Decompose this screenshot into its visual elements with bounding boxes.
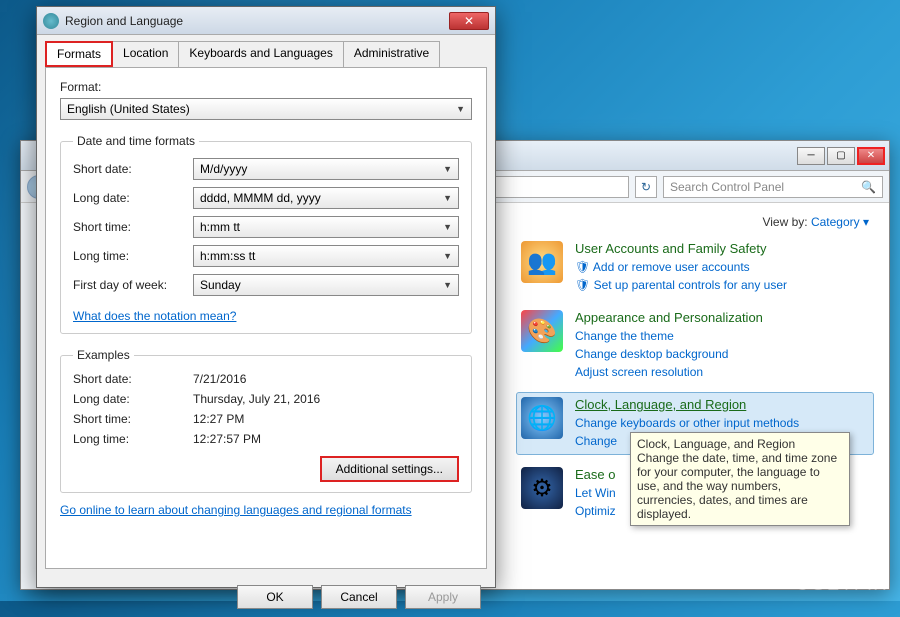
date-time-formats-group: Date and time formats Short date: M/d/yy… [60, 134, 472, 334]
short-time-label: Short time: [73, 220, 193, 234]
search-placeholder: Search Control Panel [670, 180, 784, 194]
chevron-down-icon: ▼ [443, 193, 452, 203]
category-link[interactable]: 🛡 Add or remove user accounts [575, 258, 787, 276]
short-time-dropdown[interactable]: h:mm tt▼ [193, 216, 459, 238]
category-link[interactable]: Adjust screen resolution [575, 363, 763, 381]
category-title: User Accounts and Family Safety [575, 241, 787, 256]
tab-formats[interactable]: Formats [45, 41, 113, 67]
watermark: UGETFIX [796, 574, 888, 595]
ok-button[interactable]: OK [237, 585, 313, 609]
chevron-down-icon: ▼ [443, 164, 452, 174]
appearance-icon: 🎨 [521, 310, 563, 352]
notation-link[interactable]: What does the notation mean? [73, 309, 236, 323]
date-time-formats-legend: Date and time formats [73, 134, 199, 148]
chevron-down-icon: ▼ [456, 104, 465, 114]
category-appearance[interactable]: 🎨 Appearance and Personalization Change … [521, 310, 869, 381]
short-date-dropdown[interactable]: M/d/yyyy▼ [193, 158, 459, 180]
cp-right-panel: View by: Category ▾ 👥 User Accounts and … [501, 203, 889, 589]
shield-icon: 🛡 [575, 260, 593, 274]
search-icon: 🔍 [861, 180, 876, 194]
apply-button[interactable]: Apply [405, 585, 481, 609]
dialog-titlebar: Region and Language ✕ [37, 7, 495, 35]
tab-keyboards-languages[interactable]: Keyboards and Languages [178, 41, 343, 67]
ex-long-time-label: Long time: [73, 432, 193, 446]
dialog-close-button[interactable]: ✕ [449, 12, 489, 30]
category-title: Appearance and Personalization [575, 310, 763, 325]
cancel-button[interactable]: Cancel [321, 585, 397, 609]
ex-long-date-label: Long date: [73, 392, 193, 406]
chevron-down-icon: ▼ [443, 280, 452, 290]
ex-long-time-value: 12:27:57 PM [193, 432, 261, 446]
tab-administrative[interactable]: Administrative [343, 41, 440, 67]
tooltip: Clock, Language, and Region Change the d… [630, 432, 850, 526]
ex-long-date-value: Thursday, July 21, 2016 [193, 392, 320, 406]
category-link[interactable]: Change desktop background [575, 345, 763, 363]
dialog-title: Region and Language [65, 14, 449, 28]
search-input[interactable]: Search Control Panel 🔍 [663, 176, 883, 198]
format-dropdown[interactable]: English (United States) ▼ [60, 98, 472, 120]
ex-short-time-value: 12:27 PM [193, 412, 244, 426]
first-day-dropdown[interactable]: Sunday▼ [193, 274, 459, 296]
examples-group: Examples Short date:7/21/2016 Long date:… [60, 348, 472, 493]
long-date-dropdown[interactable]: dddd, MMMM dd, yyyy▼ [193, 187, 459, 209]
tooltip-title: Clock, Language, and Region [637, 437, 843, 451]
additional-settings-button[interactable]: Additional settings... [320, 456, 459, 482]
category-link[interactable]: Let Win [575, 484, 616, 502]
ease-of-access-icon: ⚙ [521, 467, 563, 509]
long-time-dropdown[interactable]: h:mm:ss tt▼ [193, 245, 459, 267]
clock-region-icon: 🌐 [521, 397, 563, 439]
long-date-label: Long date: [73, 191, 193, 205]
dialog-button-row: OK Cancel Apply [37, 577, 495, 617]
shield-icon: 🛡 [575, 278, 594, 292]
chevron-down-icon: ▼ [443, 251, 452, 261]
online-help-link[interactable]: Go online to learn about changing langua… [60, 503, 412, 517]
category-title: Ease o [575, 467, 616, 482]
first-day-label: First day of week: [73, 278, 193, 292]
close-button[interactable]: ✕ [857, 147, 885, 165]
tab-location[interactable]: Location [112, 41, 179, 67]
refresh-button[interactable]: ↻ [635, 176, 657, 198]
ex-short-date-label: Short date: [73, 372, 193, 386]
short-date-label: Short date: [73, 162, 193, 176]
ex-short-time-label: Short time: [73, 412, 193, 426]
dialog-content: Format: English (United States) ▼ Date a… [45, 67, 487, 569]
ex-short-date-value: 7/21/2016 [193, 372, 246, 386]
view-by-dropdown[interactable]: Category ▾ [811, 215, 869, 229]
examples-legend: Examples [73, 348, 134, 362]
category-link[interactable]: Optimiz [575, 502, 616, 520]
user-accounts-icon: 👥 [521, 241, 563, 283]
category-user-accounts[interactable]: 👥 User Accounts and Family Safety 🛡 Add … [521, 241, 869, 294]
long-time-label: Long time: [73, 249, 193, 263]
chevron-down-icon: ▼ [443, 222, 452, 232]
dialog-tabs: Formats Location Keyboards and Languages… [37, 35, 495, 67]
category-link[interactable]: 🛡 Set up parental controls for any user [575, 276, 787, 294]
category-link[interactable]: Change keyboards or other input methods [575, 414, 799, 432]
tooltip-body: Change the date, time, and time zone for… [637, 451, 843, 521]
format-value: English (United States) [67, 102, 190, 116]
view-by: View by: Category ▾ [521, 215, 869, 229]
format-label: Format: [60, 80, 472, 94]
category-title: Clock, Language, and Region [575, 397, 799, 412]
category-link[interactable]: Change the theme [575, 327, 763, 345]
region-language-dialog: Region and Language ✕ Formats Location K… [36, 6, 496, 588]
maximize-button[interactable]: ▢ [827, 147, 855, 165]
minimize-button[interactable]: ─ [797, 147, 825, 165]
globe-icon [43, 13, 59, 29]
view-by-label: View by: [762, 215, 807, 229]
